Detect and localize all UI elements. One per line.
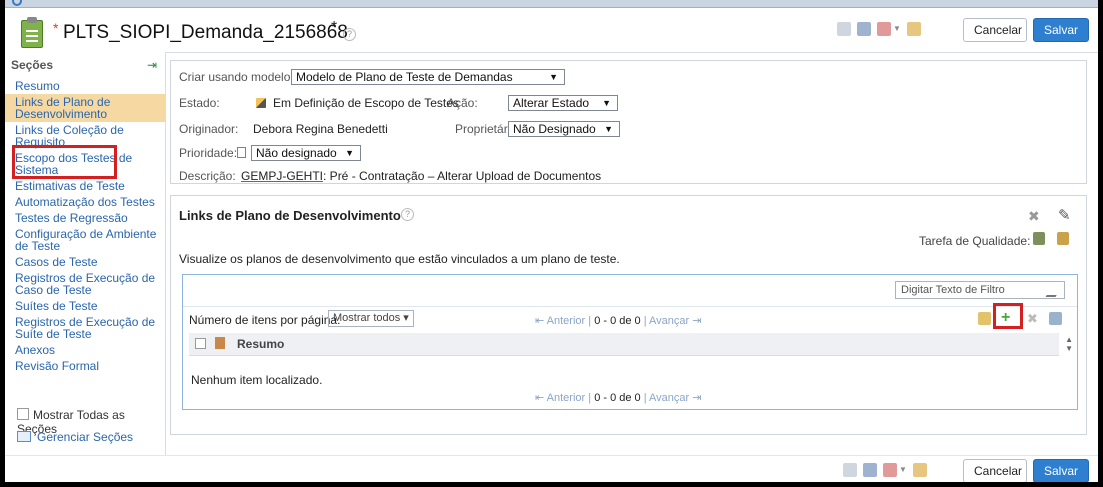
screenshot-frame [0, 0, 1103, 487]
